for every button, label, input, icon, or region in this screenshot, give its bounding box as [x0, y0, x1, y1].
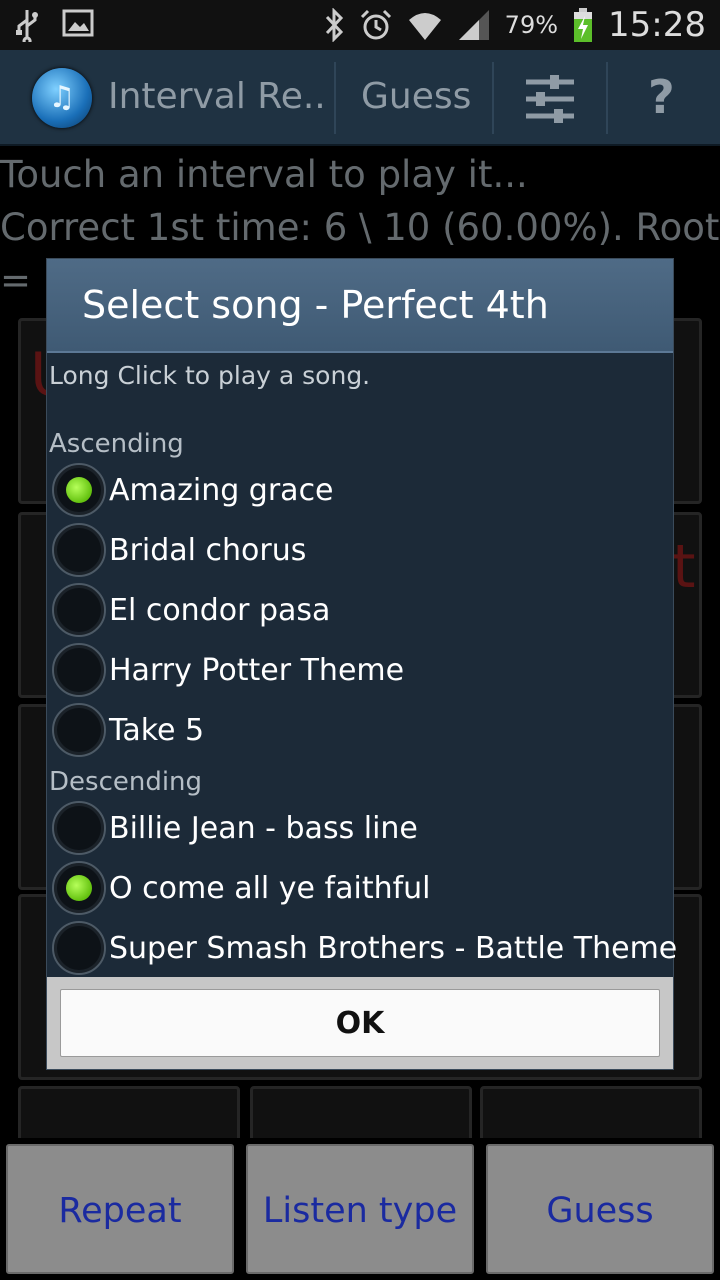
- radio-button[interactable]: [52, 921, 106, 975]
- action-bar: ♫ Interval Re.. Guess ?: [0, 50, 720, 146]
- app-title: Interval Re..: [108, 76, 326, 117]
- guess-button[interactable]: Guess: [486, 1144, 714, 1274]
- song-label: Bridal chorus: [109, 533, 307, 568]
- usb-icon: [14, 8, 40, 42]
- section-ascending: Ascending: [49, 429, 184, 459]
- help-icon: ?: [648, 70, 675, 124]
- song-label: Super Smash Brothers - Battle Theme: [109, 931, 678, 966]
- repeat-button[interactable]: Repeat: [6, 1144, 234, 1274]
- bottom-button-bar: Repeat Listen type Guess: [0, 1138, 720, 1280]
- radio-button[interactable]: [52, 583, 106, 637]
- battery-percent: 79%: [504, 11, 559, 39]
- clock: 15:28: [608, 5, 706, 45]
- song-label: Take 5: [109, 713, 205, 748]
- settings-button[interactable]: [494, 50, 606, 146]
- song-label: Billie Jean - bass line: [109, 811, 418, 846]
- song-option[interactable]: Billie Jean - bass line: [47, 799, 673, 859]
- guess-tab[interactable]: Guess: [336, 50, 492, 146]
- dialog-title: Select song - Perfect 4th: [82, 283, 549, 327]
- radio-button-checked[interactable]: [52, 861, 106, 915]
- app-title-button[interactable]: ♫ Interval Re..: [0, 50, 334, 146]
- bluetooth-icon: [323, 8, 345, 42]
- dialog-footer: OK: [47, 977, 673, 1069]
- song-option[interactable]: O come all ye faithful: [47, 859, 673, 919]
- song-option[interactable]: Take 5: [47, 701, 673, 761]
- wifi-icon: [407, 8, 443, 42]
- guess-tab-label: Guess: [361, 76, 472, 117]
- radio-button-checked[interactable]: [52, 463, 106, 517]
- radio-button[interactable]: [52, 703, 106, 757]
- section-descending: Descending: [49, 767, 203, 797]
- select-song-dialog: Select song - Perfect 4th Long Click to …: [46, 258, 677, 1070]
- sliders-icon: [526, 75, 574, 123]
- app-logo-icon: ♫: [32, 68, 92, 128]
- radio-button[interactable]: [52, 643, 106, 697]
- song-label: O come all ye faithful: [109, 871, 431, 906]
- song-option[interactable]: Amazing grace: [47, 461, 673, 521]
- signal-icon: [457, 8, 491, 42]
- listen-type-button[interactable]: Listen type: [246, 1144, 474, 1274]
- radio-button[interactable]: [52, 523, 106, 577]
- song-label: Harry Potter Theme: [109, 653, 405, 688]
- status-bar: 79% 15:28: [0, 0, 720, 50]
- song-label: Amazing grace: [109, 473, 334, 508]
- dialog-hint: Long Click to play a song.: [49, 361, 371, 390]
- alarm-icon: [359, 8, 393, 42]
- song-option[interactable]: El condor pasa: [47, 581, 673, 641]
- song-option[interactable]: Harry Potter Theme: [47, 641, 673, 701]
- song-label: El condor pasa: [109, 593, 331, 628]
- help-button[interactable]: ?: [608, 50, 720, 146]
- battery-charging-icon: [572, 7, 594, 43]
- image-icon: [62, 8, 94, 42]
- song-option[interactable]: Super Smash Brothers - Battle Theme: [47, 919, 677, 979]
- dialog-header: Select song - Perfect 4th: [47, 259, 673, 353]
- radio-button[interactable]: [52, 801, 106, 855]
- song-option[interactable]: Bridal chorus: [47, 521, 673, 581]
- ok-button[interactable]: OK: [60, 989, 660, 1057]
